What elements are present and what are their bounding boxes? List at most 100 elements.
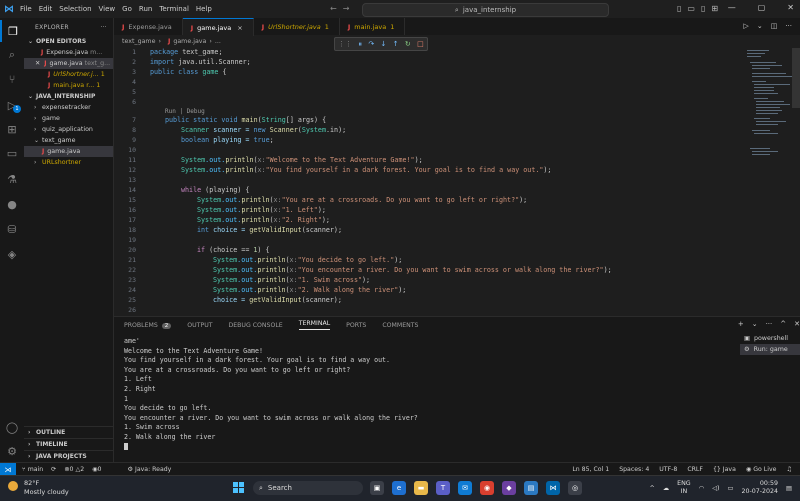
language-mode[interactable]: {} Java [713, 466, 736, 473]
tab-urlshortner[interactable]: J UrlShortner.java 1 [254, 18, 340, 35]
menu-run[interactable]: Run [139, 5, 152, 13]
settings-gear-icon[interactable]: ⚙ [0, 440, 24, 462]
command-center-search[interactable]: ⌕ java_internship [362, 3, 609, 17]
step-out-icon[interactable]: ↑ [393, 40, 399, 48]
file-explorer-icon[interactable]: ▬ [414, 481, 428, 495]
tab-terminal[interactable]: TERMINAL [298, 320, 331, 330]
mail-icon[interactable]: ✉ [458, 481, 472, 495]
toggle-sidebar-icon[interactable]: ▯ [677, 4, 681, 13]
app-icon[interactable]: ◆ [502, 481, 516, 495]
java-projects-section[interactable]: › JAVA PROJECTS [24, 450, 113, 462]
close-window-icon[interactable]: ✕ [787, 3, 794, 12]
toggle-secondary-sidebar-icon[interactable]: ▯ [701, 4, 705, 13]
split-editor-icon[interactable]: ◫ [771, 22, 778, 30]
database-icon[interactable]: ⛁ [0, 218, 24, 240]
step-over-icon[interactable]: ↷ [368, 40, 374, 48]
menu-terminal[interactable]: Terminal [159, 5, 189, 13]
tab-output[interactable]: OUTPUT [187, 322, 212, 329]
app-icon[interactable]: ◎ [568, 481, 582, 495]
breadcrumb-folder[interactable]: text_game [122, 38, 155, 45]
line-endings[interactable]: CRLF [687, 466, 703, 473]
menu-help[interactable]: Help [196, 5, 212, 13]
tree-folder[interactable]: › URLshortner [24, 157, 113, 168]
tab-main[interactable]: Jmain.java 1 [340, 18, 406, 35]
tab-ports[interactable]: PORTS [346, 322, 366, 329]
step-into-icon[interactable]: ↓ [381, 40, 387, 48]
maximize-panel-icon[interactable]: ^ [780, 320, 786, 328]
drag-handle-icon[interactable]: ⋮⋮ [338, 40, 352, 48]
cursor-position[interactable]: Ln 85, Col 1 [572, 466, 609, 473]
tree-folder[interactable]: › game [24, 113, 113, 124]
open-editor-item[interactable]: J Expense.java m... [24, 47, 113, 58]
clock[interactable]: 00:59 20-07-2024 [741, 480, 778, 496]
tab-game[interactable]: Jgame.java × [182, 18, 254, 36]
more-actions-icon[interactable]: ··· [100, 24, 107, 31]
terminal-output[interactable]: ame' Welcome to the Text Adventure Game!… [124, 337, 724, 461]
tab-debug-console[interactable]: DEBUG CONSOLE [229, 322, 283, 329]
tab-problems[interactable]: PROBLEMS 2 [124, 322, 172, 329]
weather-widget[interactable]: 82°F Mostly cloudy [8, 479, 69, 497]
wifi-icon[interactable]: ◠ [699, 485, 705, 492]
workspace-section[interactable]: ⌄ JAVA_INTERNSHIP [24, 91, 113, 102]
source-control-icon[interactable]: ⑂ [0, 68, 24, 90]
toggle-panel-icon[interactable]: ▭ [687, 4, 695, 13]
terminal-item-run-game[interactable]: ⚙ Run: game [740, 344, 800, 355]
github-icon[interactable]: ● [0, 193, 24, 215]
tab-expense[interactable]: J Expense.java [114, 18, 183, 35]
battery-icon[interactable]: ▭ [727, 485, 733, 492]
close-icon[interactable]: ✕ [35, 60, 40, 67]
explorer-icon[interactable]: ❐ [0, 20, 24, 42]
terminal-item-powershell[interactable]: ▣ powershell [740, 333, 800, 344]
open-editors-section[interactable]: ⌄ OPEN EDITORS [24, 36, 113, 47]
editor-scrollbar[interactable] [792, 48, 800, 108]
restart-icon[interactable]: ↻ [405, 40, 411, 48]
customize-layout-icon[interactable]: ⊞ [711, 4, 718, 13]
ports-status[interactable]: ◉0 [92, 466, 101, 473]
extensions-icon[interactable]: ⊞ [0, 118, 24, 140]
chrome-icon[interactable]: ◉ [480, 481, 494, 495]
indentation[interactable]: Spaces: 4 [619, 466, 649, 473]
stop-icon[interactable]: □ [417, 40, 424, 48]
store-icon[interactable]: ▤ [524, 481, 538, 495]
tree-folder[interactable]: › expensetracker [24, 102, 113, 113]
breadcrumb-tail[interactable]: ... [215, 38, 221, 45]
notifications-bell-icon[interactable]: ♫ [786, 466, 792, 473]
run-debug-icon[interactable]: ▷ 1 [0, 94, 24, 116]
open-editor-item[interactable]: J UrlShortner.j... 1 [24, 69, 113, 80]
sync-icon[interactable]: ⟳ [51, 466, 56, 473]
menu-edit[interactable]: Edit [39, 5, 53, 13]
go-live-button[interactable]: ◉ Go Live [746, 466, 777, 473]
teams-icon[interactable]: T [436, 481, 450, 495]
back-arrow-icon[interactable]: ← [330, 4, 337, 13]
timeline-section[interactable]: › TIMELINE [24, 438, 113, 450]
codelens-run-debug[interactable]: Run | Debug [165, 108, 205, 115]
close-tab-icon[interactable]: × [237, 24, 242, 32]
code-editor[interactable]: 1 2 3 4 5 6 7 8 9 10 11 12 13 14 15 16 1… [114, 48, 744, 313]
close-panel-icon[interactable]: ✕ [794, 320, 800, 328]
branch-status[interactable]: ⑂ main [22, 466, 43, 473]
edge-browser-icon[interactable]: e [392, 481, 406, 495]
remote-explorer-icon[interactable]: ▭ [0, 142, 24, 164]
task-view-icon[interactable]: ▣ [370, 481, 384, 495]
java-status[interactable]: ⚙ Java: Ready [127, 466, 171, 473]
chevron-up-icon[interactable]: ^ [650, 485, 655, 492]
chevron-down-icon[interactable]: ⌄ [752, 320, 758, 328]
forward-arrow-icon[interactable]: → [343, 4, 350, 13]
more-actions-icon[interactable]: ··· [766, 320, 773, 328]
outline-section[interactable]: › OUTLINE [24, 426, 113, 438]
taskbar-search[interactable]: ⌕ Search [253, 481, 363, 495]
breadcrumb-file[interactable]: game.java [173, 38, 206, 45]
stack-icon[interactable]: ◈ [0, 243, 24, 265]
more-actions-icon[interactable]: ··· [785, 22, 792, 30]
vscode-taskbar-icon[interactable]: ⋈ [546, 481, 560, 495]
menu-file[interactable]: File [20, 5, 32, 13]
search-view-icon[interactable]: ⌕ [0, 44, 24, 66]
tab-comments[interactable]: COMMENTS [382, 322, 418, 329]
testing-icon[interactable]: ⚗ [0, 168, 24, 190]
tree-file-selected[interactable]: Jgame.java [24, 146, 113, 157]
volume-icon[interactable]: ◁) [712, 485, 719, 492]
tree-folder-open[interactable]: ⌄ text_game [24, 135, 113, 146]
problems-status[interactable]: ⊗0 △2 [64, 466, 84, 473]
minimize-icon[interactable]: — [728, 3, 736, 12]
run-icon[interactable]: ▷ [743, 22, 748, 30]
